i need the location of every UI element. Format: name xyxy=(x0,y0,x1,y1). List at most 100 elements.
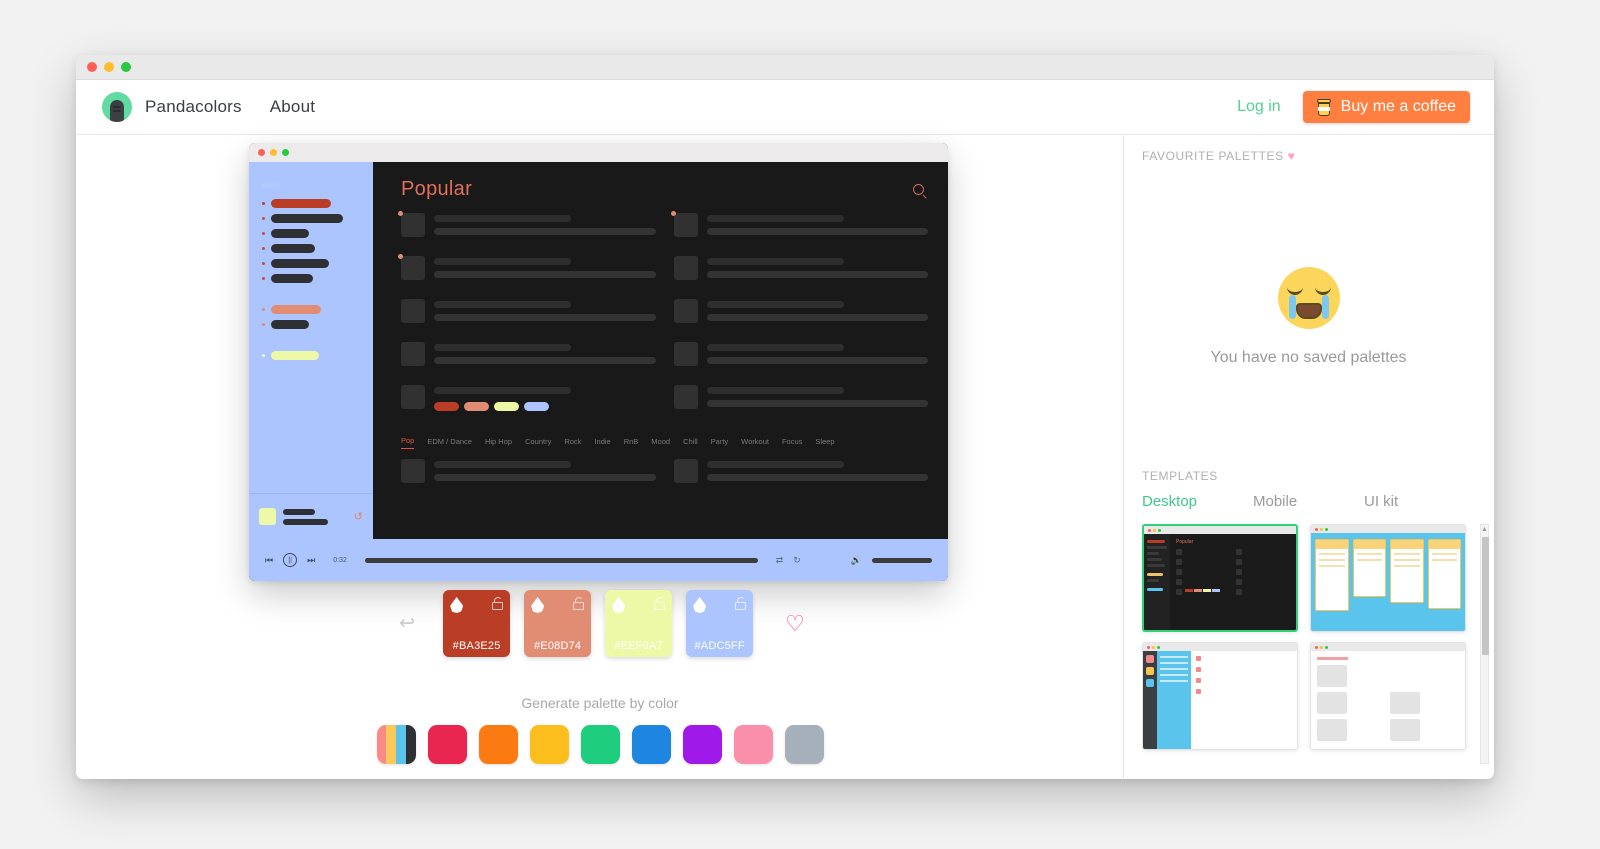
genre-tab-party[interactable]: Party xyxy=(711,437,729,449)
template-thumb-music-player[interactable]: Popular xyxy=(1142,524,1298,632)
preview-nav-item xyxy=(262,229,373,238)
preview-maximize-dot xyxy=(282,149,289,156)
generate-color-gray[interactable] xyxy=(785,725,824,764)
color-drop-icon[interactable] xyxy=(693,597,706,613)
previous-track-icon[interactable]: ⏮ xyxy=(265,555,273,566)
unlock-icon[interactable] xyxy=(654,597,665,610)
unlock-icon[interactable] xyxy=(735,597,746,610)
window-titlebar xyxy=(76,55,1494,80)
templates-scrollbar[interactable]: ▲ xyxy=(1480,524,1489,764)
template-thumb-inbox[interactable] xyxy=(1142,642,1298,750)
nav-pill xyxy=(271,351,319,360)
genre-tab-focus[interactable]: Focus xyxy=(782,437,802,449)
palette-swatch-1[interactable]: #BA3E25 xyxy=(443,590,510,657)
genre-tab-mood[interactable]: Mood xyxy=(651,437,670,449)
generate-color-green[interactable] xyxy=(581,725,620,764)
bullet-icon xyxy=(262,202,265,205)
generate-color-crimson[interactable] xyxy=(428,725,467,764)
generate-color-amber[interactable] xyxy=(530,725,569,764)
new-badge-icon xyxy=(671,211,676,216)
tab-mobile[interactable]: Mobile xyxy=(1253,493,1364,510)
genre-tab-rock[interactable]: Rock xyxy=(564,437,581,449)
nav-item-about[interactable]: About xyxy=(270,97,315,117)
playback-progress-bar[interactable] xyxy=(365,558,758,563)
genre-tab-hip-hop[interactable]: Hip Hop xyxy=(485,437,512,449)
generate-palette-section: Generate palette by color xyxy=(76,695,1124,764)
generate-color-multicolor[interactable] xyxy=(377,725,416,764)
generate-color-purple[interactable] xyxy=(683,725,722,764)
window-minimize-button[interactable] xyxy=(104,62,114,72)
undo-icon[interactable]: ↩ xyxy=(395,612,419,635)
genre-tab-workout[interactable]: Workout xyxy=(741,437,769,449)
generate-color-orange[interactable] xyxy=(479,725,518,764)
preview-nav-item xyxy=(262,274,373,283)
new-badge-icon xyxy=(398,211,403,216)
preview-now-playing: ↺ xyxy=(249,493,373,539)
color-drop-icon[interactable] xyxy=(531,597,544,613)
nav-pill xyxy=(271,214,343,223)
palette-swatch-4[interactable]: #ADC5FF xyxy=(686,590,753,657)
track-thumb xyxy=(401,385,425,409)
buy-me-a-coffee-button[interactable]: Buy me a coffee xyxy=(1303,91,1470,123)
pause-button[interactable]: || xyxy=(283,553,297,567)
template-thumb-kanban[interactable] xyxy=(1310,524,1466,632)
palette-swatch-3[interactable]: #EEF9A7 xyxy=(605,590,672,657)
track-row xyxy=(674,459,929,483)
scroll-up-icon[interactable]: ▲ xyxy=(1481,525,1488,535)
shuffle-icon[interactable]: ⇄ xyxy=(776,555,784,566)
genre-tab-chill[interactable]: Chill xyxy=(683,437,698,449)
bullet-icon xyxy=(262,217,265,220)
preview-titlebar xyxy=(249,143,948,162)
preview-track-column xyxy=(674,213,929,430)
login-link[interactable]: Log in xyxy=(1237,98,1281,116)
volume-icon[interactable]: 🔊 xyxy=(851,555,862,566)
repeat-icon[interactable]: ↻ xyxy=(793,555,801,566)
genre-tab-edm-dance[interactable]: EDM / Dance xyxy=(427,437,472,449)
nav-pill xyxy=(271,320,309,329)
generate-color-blue[interactable] xyxy=(632,725,671,764)
tab-desktop[interactable]: Desktop xyxy=(1142,493,1253,510)
track-row xyxy=(674,256,929,280)
thumb-title: Popular xyxy=(1176,539,1290,545)
window-close-button[interactable] xyxy=(87,62,97,72)
bullet-icon xyxy=(262,277,265,280)
preview-content: Popular xyxy=(373,162,948,539)
swatch-hex-3: #EEF9A7 xyxy=(612,640,665,652)
preview-nav-item xyxy=(262,199,373,208)
app-header: Pandacolors About Log in Buy me a coffee xyxy=(76,80,1494,135)
track-thumb xyxy=(401,459,425,483)
search-icon[interactable] xyxy=(913,184,924,195)
unlock-icon[interactable] xyxy=(492,597,503,610)
browser-window: Pandacolors About Log in Buy me a coffee xyxy=(76,55,1494,779)
track-row xyxy=(401,256,656,280)
genre-tab-country[interactable]: Country xyxy=(525,437,551,449)
template-thumb-dashboard[interactable] xyxy=(1310,642,1466,750)
preview-pane: MAIN xyxy=(76,135,1124,778)
track-thumb xyxy=(674,256,698,280)
palette-swatch-2[interactable]: #E08D74 xyxy=(524,590,591,657)
scrollbar-thumb[interactable] xyxy=(1482,537,1489,655)
genre-tab-indie[interactable]: Indie xyxy=(594,437,610,449)
tab-ui-kit[interactable]: UI kit xyxy=(1364,493,1475,510)
genre-tab-pop[interactable]: Pop xyxy=(401,436,414,449)
template-grid-wrapper: Popular xyxy=(1142,524,1493,764)
track-row xyxy=(401,299,656,323)
volume-slider[interactable] xyxy=(872,558,932,563)
favourite-palettes-section: FAVOURITE PALETTES ♥ You have no saved p… xyxy=(1124,135,1493,469)
color-drop-icon[interactable] xyxy=(612,597,625,613)
genre-tab-sleep[interactable]: Sleep xyxy=(815,437,834,449)
palette-swatches: #BA3E25 #E08D74 #EEF xyxy=(443,590,753,657)
brand-name: Pandacolors xyxy=(145,97,242,117)
color-drop-icon[interactable] xyxy=(450,597,463,613)
unlock-icon[interactable] xyxy=(573,597,584,610)
brand[interactable]: Pandacolors xyxy=(102,92,242,122)
nav-pill xyxy=(271,199,331,208)
window-maximize-button[interactable] xyxy=(121,62,131,72)
preview-nav-item xyxy=(262,351,373,360)
genre-tab-rnb[interactable]: RnB xyxy=(624,437,639,449)
next-track-icon[interactable]: ⏭ xyxy=(307,555,315,566)
track-thumb xyxy=(401,342,425,366)
generate-color-pink[interactable] xyxy=(734,725,773,764)
generate-label: Generate palette by color xyxy=(76,695,1124,711)
save-palette-heart-icon[interactable]: ♡ xyxy=(785,613,805,635)
